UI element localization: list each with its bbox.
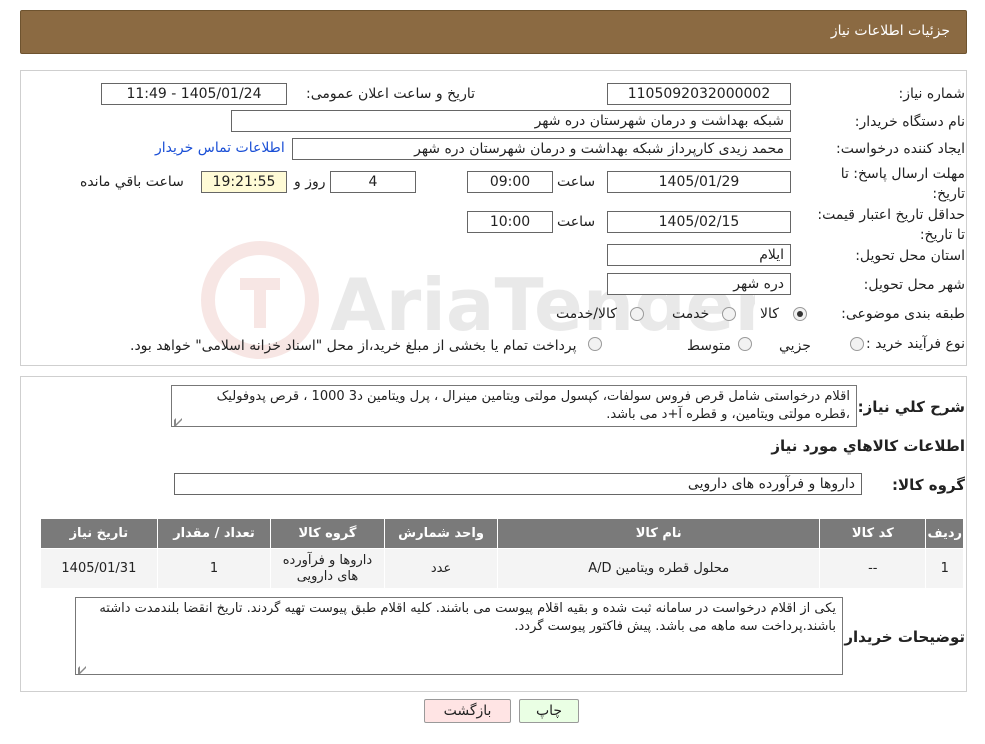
- cell-date: 1405/01/31: [40, 548, 158, 589]
- deadline-label: مهلت ارسال پاسخ: تا تاریخ:: [840, 166, 965, 202]
- category-radio-service[interactable]: [722, 307, 736, 321]
- col-quantity: تعداد / مقدار: [156, 518, 272, 549]
- cell-group: داروها و فرآورده های دارویی: [270, 548, 385, 589]
- goods-section-title: اطلاعات کالاهاي مورد نياز: [771, 437, 965, 455]
- province-label: استان محل تحویل:: [855, 248, 965, 264]
- city-label: شهر محل تحویل:: [863, 277, 965, 293]
- cell-code: --: [819, 548, 927, 589]
- col-unit: واحد شمارش: [383, 518, 499, 549]
- col-name: نام کالا: [497, 518, 821, 549]
- process-label: نوع فرآیند خرید :: [866, 336, 965, 352]
- category-option-service: خدمت: [672, 306, 710, 322]
- days-label: روز و: [294, 174, 326, 190]
- need-number-label: شماره نیاز:: [898, 86, 966, 102]
- resize-handle-icon[interactable]: [78, 660, 86, 674]
- col-group: گروه کالا: [270, 518, 385, 549]
- validity-date-field: 1405/02/15: [607, 211, 791, 233]
- goods-group-label: گروه کالا:: [892, 476, 965, 494]
- cell-row: 1: [925, 548, 964, 589]
- page-title: جزئیات اطلاعات نیاز: [830, 23, 950, 39]
- buyer-notes-text: یکی از اقلام درخواست در سامانه ثبت شده و…: [99, 601, 836, 634]
- deadline-time-field: 09:00: [467, 171, 553, 193]
- process-option-minor: جزیي: [779, 338, 811, 354]
- resize-handle-icon[interactable]: [174, 412, 182, 426]
- validity-label: حداقل تاریخ اعتبار قیمت: تا تاریخ:: [817, 207, 965, 243]
- col-date: تاریخ نیاز: [40, 518, 158, 549]
- print-button[interactable]: چاپ: [519, 699, 579, 723]
- col-row: ردیف: [925, 518, 964, 549]
- process-radio-minor[interactable]: [850, 337, 864, 351]
- process-note: پرداخت تمام یا بخشی از مبلغ خرید،از محل …: [130, 338, 577, 354]
- remaining-time-field: 19:21:55: [201, 171, 287, 193]
- remaining-time-label: ساعت باقي مانده: [80, 174, 184, 190]
- city-field: دره شهر: [607, 273, 791, 295]
- announce-date-field: 1405/01/24 - 11:49: [101, 83, 287, 105]
- buyer-org-field: شبکه بهداشت و درمان شهرستان دره شهر: [231, 110, 791, 132]
- category-radio-goods[interactable]: [793, 307, 807, 321]
- buyer-notes-textarea[interactable]: یکی از اقلام درخواست در سامانه ثبت شده و…: [75, 597, 843, 675]
- description-label: شرح کلي نياز:: [857, 398, 965, 416]
- validity-time-field: 10:00: [467, 211, 553, 233]
- process-radio-treasury[interactable]: [588, 337, 602, 351]
- buyer-org-label: نام دستگاه خریدار:: [854, 114, 965, 130]
- announce-date-label: تاریخ و ساعت اعلان عمومی:: [306, 86, 475, 102]
- category-option-goods: کالا: [760, 306, 779, 322]
- process-radio-medium[interactable]: [738, 337, 752, 351]
- col-code: کد کالا: [819, 518, 927, 549]
- table-header-row: ردیف کد کالا نام کالا واحد شمارش گروه کا…: [40, 518, 964, 549]
- category-label: طبقه بندی موضوعی:: [841, 306, 965, 322]
- description-textarea[interactable]: اقلام درخواستی شامل قرص فروس سولفات، کپس…: [171, 385, 857, 427]
- buyer-contact-link[interactable]: اطلاعات تماس خریدار: [155, 140, 285, 156]
- back-button[interactable]: بازگشت: [424, 699, 511, 723]
- requester-label: ایجاد کننده درخواست:: [836, 141, 965, 157]
- province-field: ایلام: [607, 244, 791, 266]
- page-header: جزئیات اطلاعات نیاز: [20, 10, 967, 54]
- cell-quantity: 1: [156, 548, 272, 589]
- table-row: 1 -- محلول قطره ویتامین A/D عدد داروها و…: [40, 548, 964, 589]
- days-field: 4: [330, 171, 416, 193]
- description-text: اقلام درخواستی شامل قرص فروس سولفات، کپس…: [216, 389, 850, 422]
- goods-group-field: داروها و فرآورده های دارویی: [174, 473, 862, 495]
- need-number-field: 1105092032000002: [607, 83, 791, 105]
- buyer-notes-label: توضیحات خریدار:: [838, 628, 965, 646]
- category-radio-goods-service[interactable]: [630, 307, 644, 321]
- validity-time-label: ساعت: [557, 214, 596, 230]
- category-option-goods-service: کالا/خدمت: [556, 306, 617, 322]
- goods-table: ردیف کد کالا نام کالا واحد شمارش گروه کا…: [40, 518, 964, 589]
- deadline-time-label: ساعت: [557, 174, 596, 190]
- cell-unit: عدد: [383, 548, 499, 589]
- process-option-medium: متوسط: [687, 338, 731, 354]
- requester-field: محمد زیدی کارپرداز شبکه بهداشت و درمان ش…: [292, 138, 791, 160]
- cell-name: محلول قطره ویتامین A/D: [497, 548, 821, 589]
- deadline-date-field: 1405/01/29: [607, 171, 791, 193]
